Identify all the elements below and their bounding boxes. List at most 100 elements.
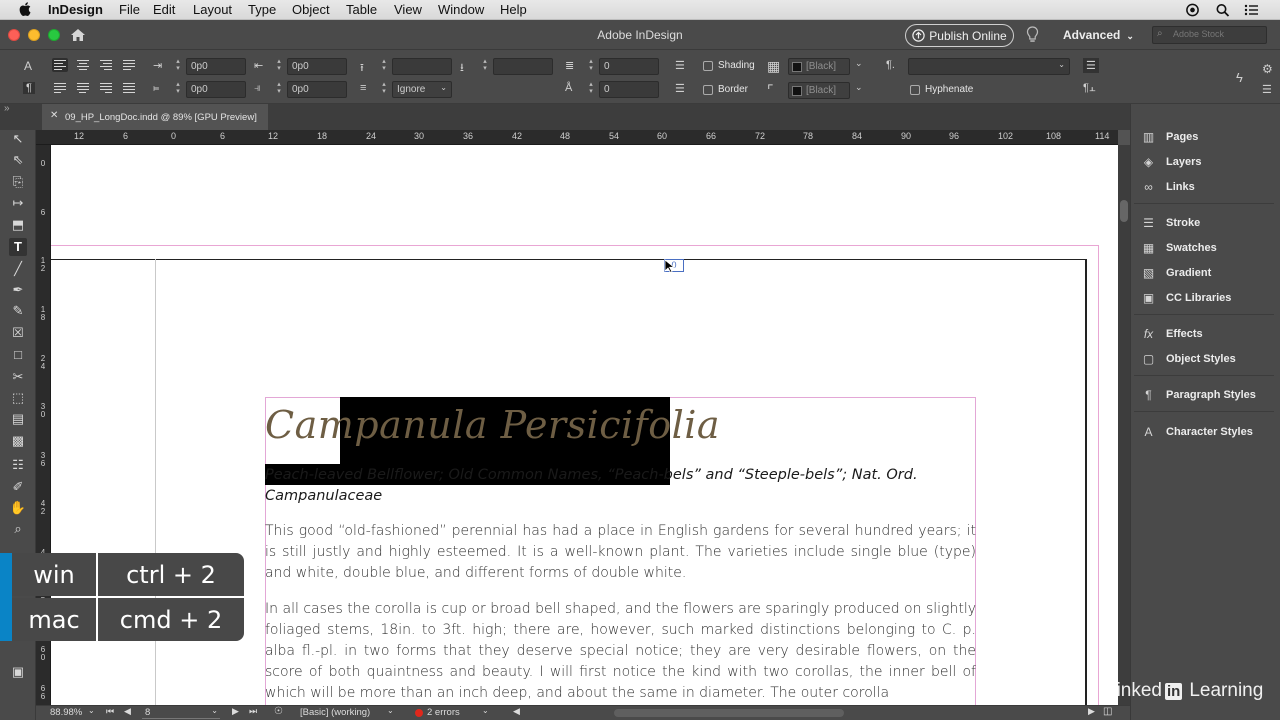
pages-panel-tab[interactable]: ▥ Pages [1140, 128, 1199, 146]
cc-libraries-panel-tab[interactable]: ▣ CC Libraries [1140, 289, 1232, 307]
eyedropper-tool-icon[interactable]: ✐ [9, 478, 27, 496]
adobe-stock-search-input[interactable]: ⌕ Adobe Stock [1152, 26, 1267, 44]
hyphenate-checkbox[interactable] [910, 85, 920, 95]
left-indent-stepper[interactable]: ▴ ▾ [174, 58, 182, 74]
page-number-field[interactable]: 8 ⌄ [142, 706, 220, 719]
swatches-panel-tab[interactable]: ▦ Swatches [1140, 239, 1217, 257]
span-columns-icon[interactable]: ¶⫠ [1083, 82, 1096, 95]
effects-panel-tab[interactable]: fx Effects [1140, 325, 1203, 343]
content-collector-tool-icon[interactable]: ⬒ [9, 216, 27, 234]
workspace-switcher[interactable]: Advanced ⌄ [1063, 28, 1134, 42]
scroll-right-icon[interactable]: ▶ [1088, 706, 1095, 717]
shading-swatch-dropdown[interactable]: [Black] [788, 58, 850, 75]
pencil-tool-icon[interactable]: ✎ [9, 302, 27, 320]
menu-view[interactable]: View [394, 2, 422, 18]
gear-icon[interactable]: ⚙ [1262, 62, 1273, 76]
apple-icon[interactable] [19, 2, 31, 16]
menu-object[interactable]: Object [292, 2, 330, 18]
border-checkbox[interactable] [703, 85, 713, 95]
right-indent-field[interactable]: 0p0 [287, 58, 347, 75]
previous-page-icon[interactable]: ◀ [124, 706, 131, 717]
character-styles-panel-tab[interactable]: A Character Styles [1140, 423, 1252, 441]
scroll-left-icon[interactable]: ◀ [513, 706, 520, 717]
split-window-icon[interactable]: ◫ [1103, 706, 1112, 717]
line-tool-icon[interactable]: ╱ [9, 260, 27, 278]
space-before-field[interactable] [392, 58, 452, 75]
zoom-level[interactable]: 88.98% [50, 707, 82, 718]
direct-selection-tool-icon[interactable]: ⇖ [9, 151, 27, 169]
first-line-indent-stepper[interactable]: ▴ ▾ [174, 81, 182, 97]
page-tool-icon[interactable]: ⎘ [9, 173, 27, 191]
justify-left-button[interactable] [52, 81, 68, 95]
align-to-grid-dropdown[interactable]: Ignore ⌄ [392, 81, 452, 98]
first-page-icon[interactable]: ⏮ [106, 706, 114, 717]
chevron-down-icon[interactable]: ⌄ [855, 82, 863, 93]
align-towards-spine-button[interactable] [121, 58, 137, 72]
rectangle-frame-tool-icon[interactable]: ☒ [9, 324, 27, 342]
heading-text[interactable]: Campanula Persicifolia [265, 403, 720, 447]
preflight-profile[interactable]: [Basic] (working) [300, 707, 370, 718]
menu-type[interactable]: Type [248, 2, 276, 18]
gap-tool-icon[interactable]: ↦ [9, 194, 27, 212]
paragraph-style-dropdown[interactable]: ⌄ [908, 58, 1070, 75]
horizontal-scrollbar-thumb[interactable] [614, 709, 844, 717]
subtitle-text[interactable]: Peach-leaved Bellflower; Old Common Name… [265, 465, 976, 507]
justify-center-button[interactable] [75, 81, 91, 95]
last-page-icon[interactable]: ⏭ [249, 706, 257, 717]
left-indent-field[interactable]: 0p0 [186, 58, 246, 75]
zoom-tool-icon[interactable]: ⌕ [9, 520, 27, 538]
gradient-swatch-tool-icon[interactable]: ▤ [9, 410, 27, 428]
justify-right-button[interactable] [98, 81, 114, 95]
open-page-icon[interactable]: ☉ [274, 706, 283, 717]
align-center-button[interactable] [75, 58, 91, 72]
document-tab[interactable]: ✕ 09_HP_LongDoc.indd @ 89% [GPU Preview] [42, 104, 268, 130]
bulleted-list-icon[interactable]: ☰ [675, 59, 685, 72]
body-paragraph-1[interactable]: This good “old-fashioned” perennial has … [265, 521, 976, 584]
next-page-icon[interactable]: ▶ [232, 706, 239, 717]
space-before-stepper[interactable]: ▴ ▾ [380, 58, 388, 74]
gradient-panel-tab[interactable]: ▧ Gradient [1140, 264, 1211, 282]
menu-help[interactable]: Help [500, 2, 527, 18]
quick-apply-lightning-icon[interactable]: ϟ [1236, 70, 1243, 85]
lightbulb-icon[interactable] [1026, 26, 1039, 44]
paragraph-formatting-icon[interactable]: ¶ [23, 82, 35, 94]
note-tool-icon[interactable]: ☷ [9, 456, 27, 474]
paragraph-styles-panel-tab[interactable]: ¶ Paragraph Styles [1140, 386, 1256, 404]
preflight-errors[interactable]: 2 errors [427, 707, 460, 718]
publish-online-button[interactable]: Publish Online [905, 24, 1014, 47]
hand-tool-icon[interactable]: ✋ [9, 499, 27, 517]
stroke-panel-tab[interactable]: ☰ Stroke [1140, 214, 1200, 232]
last-line-indent-field[interactable]: 0p0 [287, 81, 347, 98]
close-tab-icon[interactable]: ✕ [50, 110, 58, 121]
chevron-down-icon[interactable]: ⌄ [387, 706, 394, 715]
first-line-indent-field[interactable]: 0p0 [186, 81, 246, 98]
align-right-button[interactable] [98, 58, 114, 72]
align-to-grid-stepper[interactable]: ▴ ▾ [380, 81, 388, 97]
character-formatting-icon[interactable]: A [24, 59, 32, 73]
menu-edit[interactable]: Edit [153, 2, 175, 18]
menu-table[interactable]: Table [346, 2, 377, 18]
menu-layout[interactable]: Layout [193, 2, 232, 18]
links-panel-tab[interactable]: ∞ Links [1140, 178, 1195, 196]
numbered-list-icon[interactable]: ☰ [675, 82, 685, 95]
free-transform-tool-icon[interactable]: ⬚ [9, 389, 27, 407]
screen-mode-icon[interactable]: ▣ [9, 663, 27, 681]
chevron-down-icon[interactable]: ⌄ [482, 706, 489, 715]
drop-cap-chars-stepper[interactable]: ▴ ▾ [587, 81, 595, 97]
drop-cap-chars-field[interactable]: 0 [599, 81, 659, 98]
chevron-down-icon[interactable]: ⌄ [855, 58, 863, 69]
border-settings-icon[interactable]: ⌜ [767, 82, 774, 99]
right-indent-stepper[interactable]: ▴ ▾ [275, 58, 283, 74]
panel-menu-icon[interactable]: ☰ [1262, 83, 1272, 96]
menu-file[interactable]: File [119, 2, 140, 18]
rectangle-tool-icon[interactable]: □ [9, 346, 27, 364]
border-swatch-dropdown[interactable]: [Black] [788, 82, 850, 99]
menu-indesign[interactable]: InDesign [48, 2, 103, 18]
creative-cloud-icon[interactable] [1185, 3, 1200, 17]
column-settings-icon[interactable]: ☰ [1083, 58, 1099, 73]
space-after-stepper[interactable]: ▴ ▾ [481, 58, 489, 74]
collapse-panel-icon[interactable]: » [4, 103, 10, 114]
chevron-down-icon[interactable]: ⌄ [88, 706, 95, 715]
pen-tool-icon[interactable]: ✒ [9, 281, 27, 299]
horizontal-ruler[interactable]: 12 6 0 6 12 18 24 30 36 42 48 54 60 66 7… [36, 130, 1118, 145]
